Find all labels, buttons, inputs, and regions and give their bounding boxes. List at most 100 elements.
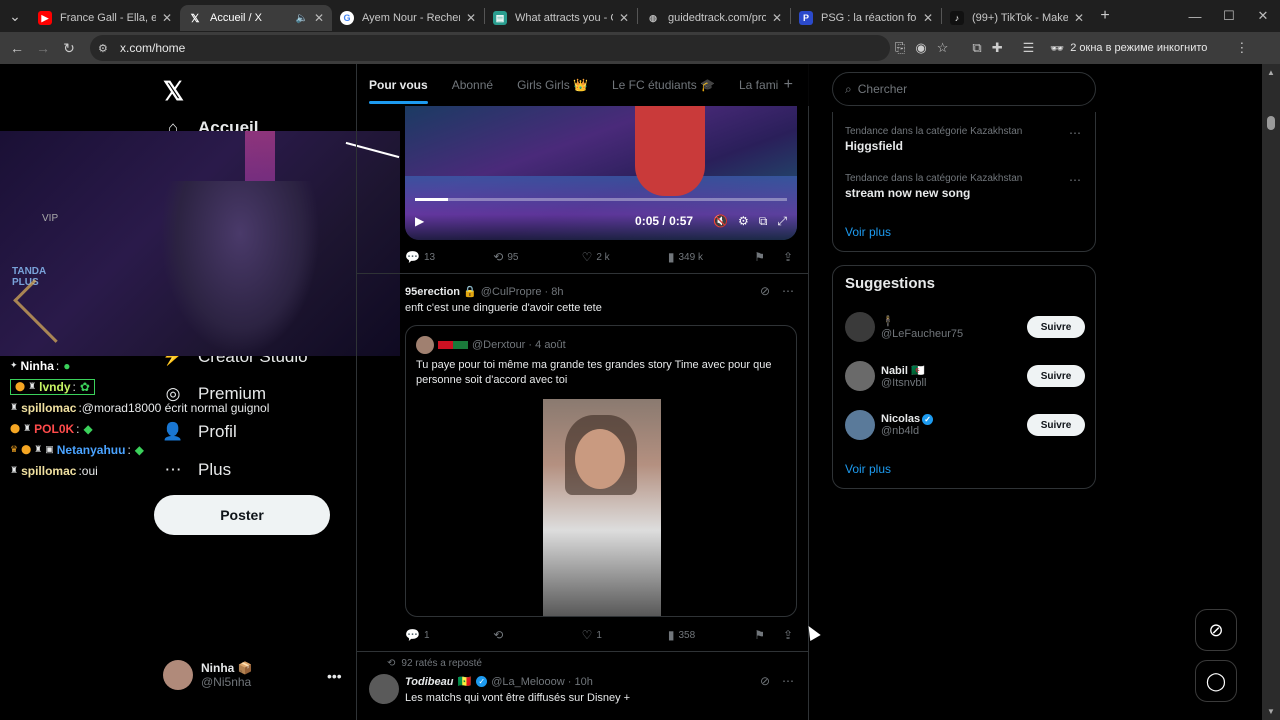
scroll-down-icon[interactable]: ▼ xyxy=(1267,707,1275,716)
follow-button[interactable]: Suivre xyxy=(1027,365,1085,387)
browser-tab[interactable]: G Ayem Nour - Recherche ✕ xyxy=(332,5,484,31)
extension-puzzle-icon[interactable]: ⧉ xyxy=(972,40,981,56)
grok-icon[interactable]: ⊘ xyxy=(760,284,770,298)
tweet-author[interactable]: Todibeau xyxy=(405,676,453,688)
reply-button[interactable]: 💬 13 xyxy=(405,250,493,264)
show-more-link[interactable]: Voir plus xyxy=(845,462,891,476)
tab-pour-vous[interactable]: Pour vous xyxy=(369,78,428,104)
quoted-tweet[interactable]: @Derxtour · 4 août Tu paye pour toi même… xyxy=(405,325,797,617)
tab-abonne[interactable]: Abonné xyxy=(452,78,493,92)
extensions-icon[interactable]: ✚ xyxy=(992,40,1003,56)
trend-item[interactable]: Tendance dans la catégorie Kazakhstan st… xyxy=(845,173,1022,200)
more-dots-icon[interactable]: ⋯ xyxy=(782,674,794,688)
more-dots-icon[interactable]: ⋯ xyxy=(1069,173,1081,187)
suggestion-item[interactable]: Nabil 🇩🇿 @Itsnvbll Suivre xyxy=(845,361,1085,391)
play-icon[interactable]: ▶ xyxy=(415,214,424,228)
share-button[interactable]: ⇪ xyxy=(783,628,797,642)
reading-list-icon[interactable]: ☰ xyxy=(1023,40,1035,56)
maximize-icon[interactable]: ☐ xyxy=(1212,8,1246,24)
tab-la-fami[interactable]: La fami xyxy=(739,78,778,92)
browser-tab[interactable]: ▶ France Gall - Ella, elle l'a ✕ xyxy=(30,5,180,31)
tab-search-icon[interactable]: ⌄ xyxy=(0,8,30,25)
browser-tab[interactable]: ◍ guidedtrack.com/progra ✕ xyxy=(638,5,790,31)
like-button[interactable]: ♡ 2 k xyxy=(582,250,668,264)
retweet-button[interactable]: ⟲ xyxy=(493,628,581,642)
avatar[interactable] xyxy=(369,674,399,704)
follow-button[interactable]: Suivre xyxy=(1027,414,1085,436)
back-icon[interactable]: ← xyxy=(4,40,30,56)
bookmark-star-icon[interactable]: ☆ xyxy=(937,40,949,56)
grok-button[interactable]: ⊘ xyxy=(1195,609,1237,651)
more-dots-icon[interactable]: ⋯ xyxy=(1069,126,1081,140)
minimize-icon[interactable]: — xyxy=(1178,9,1212,24)
search-input[interactable]: ⌕ Chercher xyxy=(832,72,1096,106)
reply-icon: 💬 xyxy=(405,250,420,264)
close-icon[interactable]: ✕ xyxy=(466,11,476,25)
scroll-up-icon[interactable]: ▲ xyxy=(1267,68,1275,77)
browser-tab-active[interactable]: 𝕏 Accueil / X 🔈 ✕ xyxy=(180,5,332,31)
close-icon[interactable]: ✕ xyxy=(1074,11,1084,25)
tab-fc-etudiants[interactable]: Le FC étudiants 🎓 xyxy=(612,78,715,92)
tweet-handle[interactable]: @CulPropre xyxy=(481,286,542,298)
settings-icon[interactable]: ⚙ xyxy=(738,214,749,228)
menu-dots-icon[interactable]: ⋮ xyxy=(1235,40,1248,56)
forward-icon[interactable]: → xyxy=(30,40,56,56)
account-more-icon[interactable]: ••• xyxy=(327,668,342,684)
tweet-author[interactable]: 95erection 🔒 xyxy=(405,285,477,298)
pip-icon[interactable]: ⧉ xyxy=(759,214,768,229)
like-button[interactable]: ♡ 1 xyxy=(582,628,668,642)
tweet-handle[interactable]: @La_Melooow xyxy=(491,676,565,688)
translate-icon[interactable]: ⎘ xyxy=(895,40,905,56)
video-progress[interactable] xyxy=(415,198,787,201)
eye-off-icon[interactable]: ◉ xyxy=(915,40,926,56)
site-info-icon[interactable]: ⚙ xyxy=(98,42,114,55)
speaker-icon[interactable]: 🔈 xyxy=(295,13,307,24)
avatar xyxy=(416,336,434,354)
heart-icon: ♡ xyxy=(581,250,593,264)
repost-text[interactable]: 92 ratés a reposté xyxy=(401,658,482,669)
retweet-button[interactable]: ⟲ 95 xyxy=(493,250,581,264)
close-icon[interactable]: ✕ xyxy=(923,11,933,25)
browser-tab[interactable]: ♪ (99+) TikTok - Make Your ✕ xyxy=(942,5,1092,31)
new-tab-icon[interactable]: + xyxy=(1092,7,1118,25)
url-bar[interactable]: ⚙ x.com/home xyxy=(90,35,890,61)
close-icon[interactable]: ✕ xyxy=(619,11,629,25)
x-logo-icon[interactable]: 𝕏 xyxy=(163,76,184,107)
close-icon[interactable]: ✕ xyxy=(162,11,172,25)
tweet-time[interactable]: 10h xyxy=(575,676,593,688)
chat-text: @morad18000 écrit normal guignol xyxy=(81,400,270,415)
bookmark-button[interactable]: ⚑ xyxy=(754,250,769,264)
reply-button[interactable]: 💬 1 xyxy=(405,628,493,642)
browser-tab[interactable]: P PSG : la réaction forte de ✕ xyxy=(791,5,941,31)
browser-tab[interactable]: ▤ What attracts you - Clea ✕ xyxy=(485,5,637,31)
trend-item[interactable]: Tendance dans la catégorie Kazakhstan Hi… xyxy=(845,126,1022,153)
reload-icon[interactable]: ↻ xyxy=(56,40,82,57)
mute-icon[interactable]: 🔇 xyxy=(713,214,728,228)
tab-girls-girls[interactable]: Girls Girls 👑 xyxy=(517,78,588,92)
tab-title: Ayem Nour - Recherche xyxy=(362,12,460,24)
close-icon[interactable]: ✕ xyxy=(314,11,324,25)
suggestion-item[interactable]: Nicolas ✓ @nb4ld Suivre xyxy=(845,410,1085,440)
follow-button[interactable]: Suivre xyxy=(1027,316,1085,338)
messages-button[interactable]: ◯ xyxy=(1195,660,1237,702)
close-window-icon[interactable]: ✕ xyxy=(1246,8,1280,24)
views-button[interactable]: ▮ 358 xyxy=(668,628,754,642)
scrollbar-thumb[interactable] xyxy=(1267,116,1275,130)
more-dots-icon[interactable]: ⋯ xyxy=(782,284,794,298)
grok-icon[interactable]: ⊘ xyxy=(760,674,770,688)
post-button[interactable]: Poster xyxy=(154,495,330,535)
add-tab-icon[interactable]: + xyxy=(784,76,793,94)
suggestion-item[interactable]: 🕴 @LeFaucheur75 Suivre xyxy=(845,312,1085,342)
tweet-time[interactable]: 8h xyxy=(551,286,563,298)
video-player[interactable]: ▶ 0:05 / 0:57 🔇 ⚙ ⧉ ⤢ xyxy=(405,106,797,240)
bookmark-button[interactable]: ⚑ xyxy=(754,628,769,642)
account-switcher[interactable]: Ninha 📦 @Ni5nha xyxy=(163,660,253,690)
quote-video-thumbnail[interactable] xyxy=(543,399,661,616)
show-more-link[interactable]: Voir plus xyxy=(845,225,891,239)
incognito-indicator[interactable]: 🕶 2 окна в режиме инкогнито xyxy=(1050,42,1207,55)
fullscreen-icon[interactable]: ⤢ xyxy=(777,214,787,229)
views-button[interactable]: ▮ 349 k xyxy=(668,250,754,264)
close-icon[interactable]: ✕ xyxy=(772,11,782,25)
page-scrollbar[interactable]: ▲ ▼ xyxy=(1262,64,1280,720)
share-button[interactable]: ⇪ xyxy=(783,250,797,264)
